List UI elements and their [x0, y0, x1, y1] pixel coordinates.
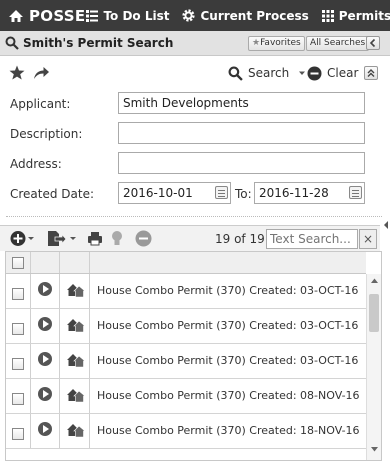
collapse-panel-button[interactable]	[366, 36, 380, 50]
top-navigation-bar: POSSE To Do List Current Process Permits	[0, 0, 390, 31]
results-toolbar: 19 of 19 ×	[0, 225, 380, 251]
search-actions-bar: Search Clear	[0, 57, 380, 87]
all-searches-button[interactable]: All Searches	[306, 36, 370, 51]
export-icon[interactable]	[46, 230, 76, 247]
address-label: Address:	[10, 157, 62, 171]
minus-circle-icon	[307, 66, 322, 80]
house-icon	[66, 317, 86, 336]
clear-button[interactable]: Clear	[307, 65, 358, 81]
row-checkbox[interactable]	[12, 323, 24, 335]
created-date-row: Created Date: 2016-10-01 To: 2016-11-28	[0, 182, 380, 206]
select-all-checkbox[interactable]	[12, 257, 24, 269]
scroll-thumb[interactable]	[369, 294, 379, 332]
results-grid: House Combo Permit (370) Created: 03-OCT…	[5, 251, 382, 461]
splitter-handle[interactable]	[383, 220, 390, 240]
table-row[interactable]: House Combo Permit (370) Created: 03-OCT…	[6, 309, 366, 344]
page-title: Smith's Permit Search	[23, 36, 174, 50]
created-from-value: 2016-10-01	[123, 186, 193, 200]
table-row[interactable]: House Combo Permit (370) Created: 08-NOV…	[6, 379, 366, 414]
address-row: Address:	[0, 152, 380, 176]
table-row[interactable]: House Combo Permit (370) Created: 03-OCT…	[6, 274, 366, 309]
row-checkbox[interactable]	[12, 288, 24, 300]
scroll-up-icon[interactable]	[370, 277, 379, 284]
created-to-input[interactable]: 2016-11-28	[254, 182, 365, 204]
row-description: House Combo Permit (370) Created: 18-NOV…	[97, 424, 360, 437]
clear-label: Clear	[327, 66, 359, 80]
play-icon[interactable]	[38, 352, 52, 366]
grid-scrollbar[interactable]	[366, 274, 381, 460]
play-icon[interactable]	[38, 387, 52, 401]
nav-todo-list[interactable]: To Do List	[85, 9, 169, 23]
add-icon[interactable]	[10, 230, 34, 247]
nav-current-process[interactable]: Current Process	[181, 8, 309, 23]
grid-icon	[321, 9, 334, 22]
created-from-input[interactable]: 2016-10-01	[118, 182, 231, 204]
nav-current-process-label: Current Process	[200, 8, 309, 23]
row-description: House Combo Permit (370) Created: 03-OCT…	[97, 354, 359, 367]
favorites-label: Favorites	[260, 38, 301, 48]
search-icon	[5, 36, 19, 50]
house-icon	[66, 387, 86, 406]
applicant-row: Applicant:	[0, 92, 380, 116]
result-count: 19 of 19	[215, 232, 265, 246]
search-title-bar: Smith's Permit Search ★Favorites All Sea…	[0, 31, 390, 56]
star-icon: ★	[252, 38, 261, 48]
description-label: Description:	[10, 127, 83, 141]
row-checkbox[interactable]	[12, 358, 24, 370]
gear-icon	[182, 9, 196, 22]
brand-logo[interactable]: POSSE	[0, 7, 85, 25]
row-description: House Combo Permit (370) Created: 03-OCT…	[97, 284, 359, 297]
play-icon[interactable]	[38, 317, 52, 331]
search-button[interactable]: Search	[228, 65, 307, 81]
double-chevron-up-icon	[367, 69, 375, 77]
text-search-input[interactable]	[266, 229, 358, 249]
table-row[interactable]: House Combo Permit (370) Created: 18-NOV…	[6, 414, 366, 449]
to-label: To:	[235, 187, 252, 201]
row-checkbox[interactable]	[12, 428, 24, 440]
lightbulb-icon[interactable]	[111, 230, 123, 247]
all-searches-label: All Searches	[310, 38, 366, 48]
nav-permits[interactable]: Permits	[321, 9, 390, 23]
address-input[interactable]	[118, 152, 365, 174]
brand-name: POSSE	[29, 6, 86, 25]
minus-circle-icon[interactable]	[135, 230, 152, 247]
created-to-value: 2016-11-28	[259, 186, 329, 200]
section-divider	[6, 216, 382, 217]
applicant-input[interactable]	[118, 92, 365, 114]
description-input[interactable]	[118, 122, 365, 144]
chevron-down-icon	[299, 71, 306, 75]
chevron-left-icon	[384, 221, 388, 229]
row-checkbox[interactable]	[12, 393, 24, 405]
house-icon	[66, 282, 86, 301]
print-icon[interactable]	[87, 230, 103, 247]
chevron-left-icon	[369, 38, 376, 48]
star-icon[interactable]	[9, 65, 25, 80]
home-icon	[9, 9, 23, 22]
table-row[interactable]: House Combo Permit (370) Created: 03-OCT…	[6, 344, 366, 379]
calendar-icon[interactable]	[349, 186, 362, 199]
search-label: Search	[248, 66, 290, 80]
house-icon	[66, 352, 86, 371]
list-icon	[86, 9, 99, 22]
applicant-label: Applicant:	[10, 97, 71, 111]
row-description: House Combo Permit (370) Created: 08-NOV…	[97, 389, 360, 402]
created-date-label: Created Date:	[10, 187, 95, 201]
collapse-criteria-button[interactable]	[364, 66, 378, 80]
nav-permits-label: Permits	[338, 8, 390, 23]
calendar-icon[interactable]	[215, 186, 228, 199]
house-icon	[66, 422, 86, 441]
close-search-button[interactable]: ×	[359, 229, 377, 249]
row-description: House Combo Permit (370) Created: 03-OCT…	[97, 319, 359, 332]
scroll-down-icon[interactable]	[370, 446, 379, 453]
grid-header	[6, 252, 366, 274]
favorites-button[interactable]: ★Favorites	[248, 36, 305, 51]
description-row: Description:	[0, 122, 380, 146]
play-icon[interactable]	[38, 422, 52, 436]
nav-todo-label: To Do List	[103, 8, 170, 23]
share-icon[interactable]	[33, 65, 50, 80]
search-icon	[228, 66, 243, 81]
play-icon[interactable]	[38, 282, 52, 296]
